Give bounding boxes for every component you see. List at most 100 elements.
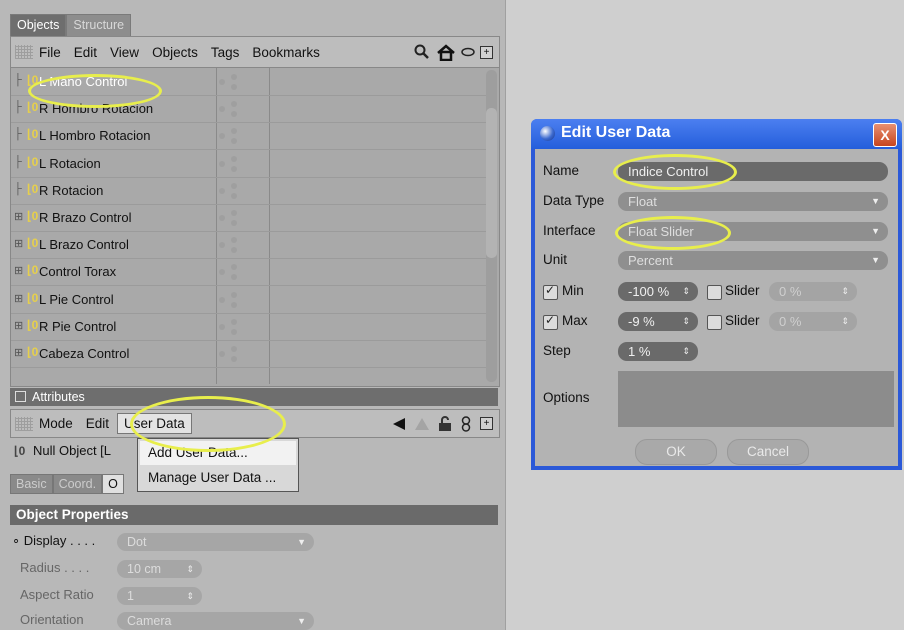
add-user-data-item[interactable]: Add User Data... — [148, 445, 248, 460]
object-name[interactable]: L Brazo Control — [39, 237, 129, 252]
data-type-dropdown[interactable]: Float ▼ — [618, 192, 888, 211]
attributes-header: Attributes — [10, 388, 498, 406]
tree-line-icon: ├ — [14, 128, 22, 141]
max-slider-field[interactable]: 0 % ⇕ — [769, 312, 857, 331]
grip-icon[interactable] — [15, 416, 33, 431]
null-object-icon: ⌊0 — [27, 127, 39, 142]
null-object-icon: ⌊0 — [27, 154, 39, 169]
menu-tags[interactable]: Tags — [211, 45, 240, 60]
list-item[interactable]: ├ ⌊0 L Rotacion — [11, 150, 486, 178]
list-item[interactable]: ├ ⌊0 L Mano Control — [11, 68, 486, 96]
menu-file[interactable]: File — [39, 45, 61, 60]
tree-line-icon: ├ — [14, 74, 22, 86]
expand-icon[interactable]: ⊞ — [14, 319, 28, 332]
grip-icon[interactable] — [15, 45, 33, 59]
list-item[interactable]: ⊞ ⌊0 Cabeza Control — [11, 340, 486, 368]
expand-panel-icon[interactable]: + — [480, 45, 493, 59]
menu-bookmarks[interactable]: Bookmarks — [252, 45, 320, 60]
tab-coord[interactable]: Coord. — [52, 474, 103, 494]
min-checkbox[interactable]: ✓ — [543, 283, 558, 300]
menu-objects[interactable]: Objects — [152, 45, 198, 60]
visibility-dots-icon[interactable] — [219, 262, 263, 282]
visibility-dots-icon[interactable] — [219, 208, 263, 228]
cancel-button[interactable]: Cancel — [727, 439, 809, 465]
up-arrow-icon[interactable] — [415, 417, 429, 430]
list-item[interactable]: ⊞ ⌊0 L Pie Control — [11, 286, 486, 314]
visibility-dots-icon[interactable] — [219, 126, 263, 146]
tab-structure[interactable]: Structure — [66, 14, 132, 36]
visibility-dots-icon[interactable] — [219, 181, 263, 201]
menu-user-data[interactable]: User Data — [117, 413, 192, 434]
min-slider-checkbox[interactable] — [707, 285, 722, 300]
close-button[interactable]: X — [873, 123, 897, 147]
manage-user-data-item[interactable]: Manage User Data ... — [148, 470, 276, 485]
list-item[interactable]: ⊞ ⌊0 Control Torax — [11, 258, 486, 287]
expand-icon[interactable]: ⊞ — [14, 237, 28, 250]
tab-object[interactable]: O — [102, 474, 124, 494]
back-arrow-icon[interactable] — [392, 417, 406, 430]
visibility-dots-icon[interactable] — [219, 290, 263, 310]
home-icon[interactable] — [436, 43, 456, 61]
lock-icon[interactable] — [438, 415, 452, 432]
expand-icon[interactable]: ⊞ — [14, 292, 28, 305]
list-item[interactable]: ├ ⌊0 R Rotacion — [11, 177, 486, 205]
expand-icon[interactable]: ⊞ — [14, 264, 28, 277]
expand-icon[interactable]: ⊞ — [14, 210, 28, 223]
menu-mode[interactable]: Mode — [39, 416, 73, 431]
orientation-dropdown[interactable]: Camera ▼ — [117, 612, 314, 630]
checkbox-icon[interactable] — [15, 391, 26, 402]
interface-dropdown[interactable]: Float Slider ▼ — [618, 222, 888, 241]
visibility-dots-icon[interactable] — [219, 154, 263, 174]
menu-edit[interactable]: Edit — [86, 416, 109, 431]
display-dropdown[interactable]: Dot ▼ — [117, 533, 314, 551]
visibility-dots-icon[interactable] — [219, 344, 263, 364]
object-name[interactable]: Control Torax — [39, 264, 116, 279]
aspect-ratio-field[interactable]: 1 ⇕ — [117, 587, 202, 605]
menu-view[interactable]: View — [110, 45, 139, 60]
step-field[interactable]: 1 % ⇕ — [618, 342, 698, 361]
list-item[interactable]: ├ ⌊0 L Hombro Rotacion — [11, 122, 486, 151]
null-object-icon: ⌊0 — [14, 444, 26, 458]
chevron-down-icon: ▼ — [297, 537, 306, 547]
object-name[interactable]: L Hombro Rotacion — [39, 128, 151, 143]
dialog-titlebar[interactable]: Edit User Data X — [531, 119, 902, 149]
ok-button[interactable]: OK — [635, 439, 717, 465]
list-item[interactable]: ⊞ ⌊0 R Brazo Control — [11, 204, 486, 232]
list-item[interactable]: ⊞ ⌊0 L Brazo Control — [11, 231, 486, 260]
min-field[interactable]: -100 % ⇕ — [618, 282, 698, 301]
object-name[interactable]: R Rotacion — [39, 183, 103, 198]
options-textarea[interactable] — [618, 371, 894, 427]
min-slider-field[interactable]: 0 % ⇕ — [769, 282, 857, 301]
object-properties-header: Object Properties — [10, 505, 498, 525]
expand-icon[interactable]: ⊞ — [14, 346, 28, 359]
stepper-icon: ⇕ — [841, 286, 849, 296]
object-name[interactable]: R Brazo Control — [39, 210, 131, 225]
list-item[interactable]: ⊞ ⌊0 R Pie Control — [11, 313, 486, 341]
lock-link-icon[interactable] — [461, 415, 471, 432]
attributes-title: Attributes — [32, 390, 85, 404]
max-checkbox[interactable]: ✓ — [543, 313, 558, 330]
visibility-dots-icon[interactable] — [219, 99, 263, 119]
object-name[interactable]: R Hombro Rotacion — [39, 101, 153, 116]
menu-edit[interactable]: Edit — [74, 45, 97, 60]
object-name[interactable]: L Mano Control — [39, 74, 127, 89]
list-item[interactable]: ├ ⌊0 R Hombro Rotacion — [11, 95, 486, 124]
visibility-dots-icon[interactable] — [219, 317, 263, 337]
tab-basic[interactable]: Basic — [10, 474, 53, 494]
object-name[interactable]: R Pie Control — [39, 319, 116, 334]
name-field[interactable]: Indice Control — [618, 162, 888, 181]
radius-field[interactable]: 10 cm ⇕ — [117, 560, 202, 578]
scrollbar-thumb[interactable] — [486, 108, 497, 258]
max-slider-checkbox[interactable] — [707, 315, 722, 330]
unit-dropdown[interactable]: Percent ▼ — [618, 251, 888, 270]
expand-panel-icon[interactable]: + — [480, 417, 493, 430]
visibility-dots-icon[interactable] — [219, 72, 263, 92]
object-name[interactable]: L Rotacion — [39, 156, 101, 171]
object-name[interactable]: Cabeza Control — [39, 346, 129, 361]
object-name[interactable]: L Pie Control — [39, 292, 114, 307]
tab-objects[interactable]: Objects — [10, 14, 67, 36]
link-icon[interactable] — [461, 47, 475, 57]
visibility-dots-icon[interactable] — [219, 235, 263, 255]
search-icon[interactable] — [413, 44, 431, 60]
max-field[interactable]: -9 % ⇕ — [618, 312, 698, 331]
